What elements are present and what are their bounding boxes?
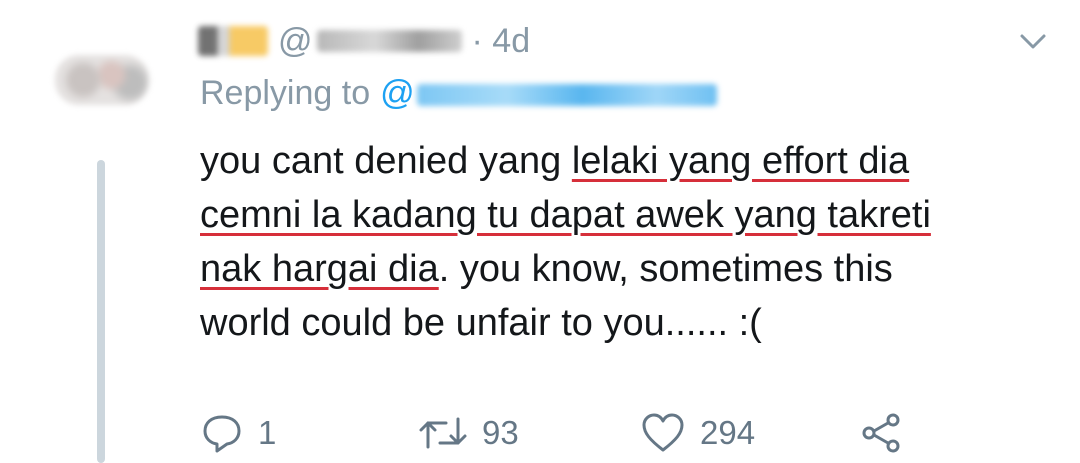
share-button[interactable]	[860, 408, 904, 458]
retweet-button[interactable]: 93	[418, 408, 519, 458]
tweet-text-segment: world could be unfair to you...... :(	[200, 302, 762, 344]
tweet-text: you cant denied yang lelaki yang effort …	[200, 134, 1050, 350]
reply-button[interactable]: 1	[200, 408, 276, 458]
handle-blurred	[316, 30, 462, 52]
tweet-text-line: nak hargai dia. you know, sometimes this	[200, 242, 1050, 296]
tweet-text-underlined: lelaki yang effort dia	[571, 140, 910, 182]
display-name-blurred[interactable]	[198, 26, 268, 56]
tweet-actions: 1 93 294	[200, 408, 920, 458]
tweet-text-line: you cant denied yang lelaki yang effort …	[200, 134, 1050, 188]
reply-count: 1	[258, 414, 277, 451]
thread-line	[97, 160, 105, 463]
replying-to: Replying to @	[200, 74, 717, 113]
tweet-text-underlined: nak hargai dia	[200, 248, 439, 290]
chevron-down-icon[interactable]	[1016, 24, 1050, 58]
handle-at-sign: @	[278, 21, 313, 60]
heart-icon	[642, 413, 684, 452]
tweet-text-segment: . you know, sometimes this	[438, 248, 893, 290]
like-count: 294	[700, 414, 756, 451]
replying-at-sign: @	[380, 74, 415, 112]
avatar[interactable]	[55, 55, 149, 105]
tweet-text-line: cemni la kadang tu dapat awek yang takre…	[200, 188, 1050, 242]
replying-label: Replying to	[200, 74, 371, 112]
retweet-icon	[419, 417, 467, 449]
retweet-count: 93	[482, 414, 519, 451]
user-handle[interactable]: @	[278, 22, 462, 61]
tweet-text-line: world could be unfair to you...... :(	[200, 296, 1050, 350]
share-icon	[862, 413, 900, 453]
replying-handle-blurred	[416, 84, 717, 107]
tweet-text-segment: you cant denied yang	[200, 140, 572, 182]
replying-to-handle[interactable]: @	[380, 74, 717, 113]
like-button[interactable]: 294	[640, 408, 755, 458]
reply-icon	[203, 415, 241, 453]
tweet-header: @ · 4d	[198, 18, 530, 64]
tweet-timestamp[interactable]: · 4d	[472, 22, 531, 61]
tweet-text-underlined: cemni la kadang tu dapat awek yang takre…	[200, 194, 931, 236]
